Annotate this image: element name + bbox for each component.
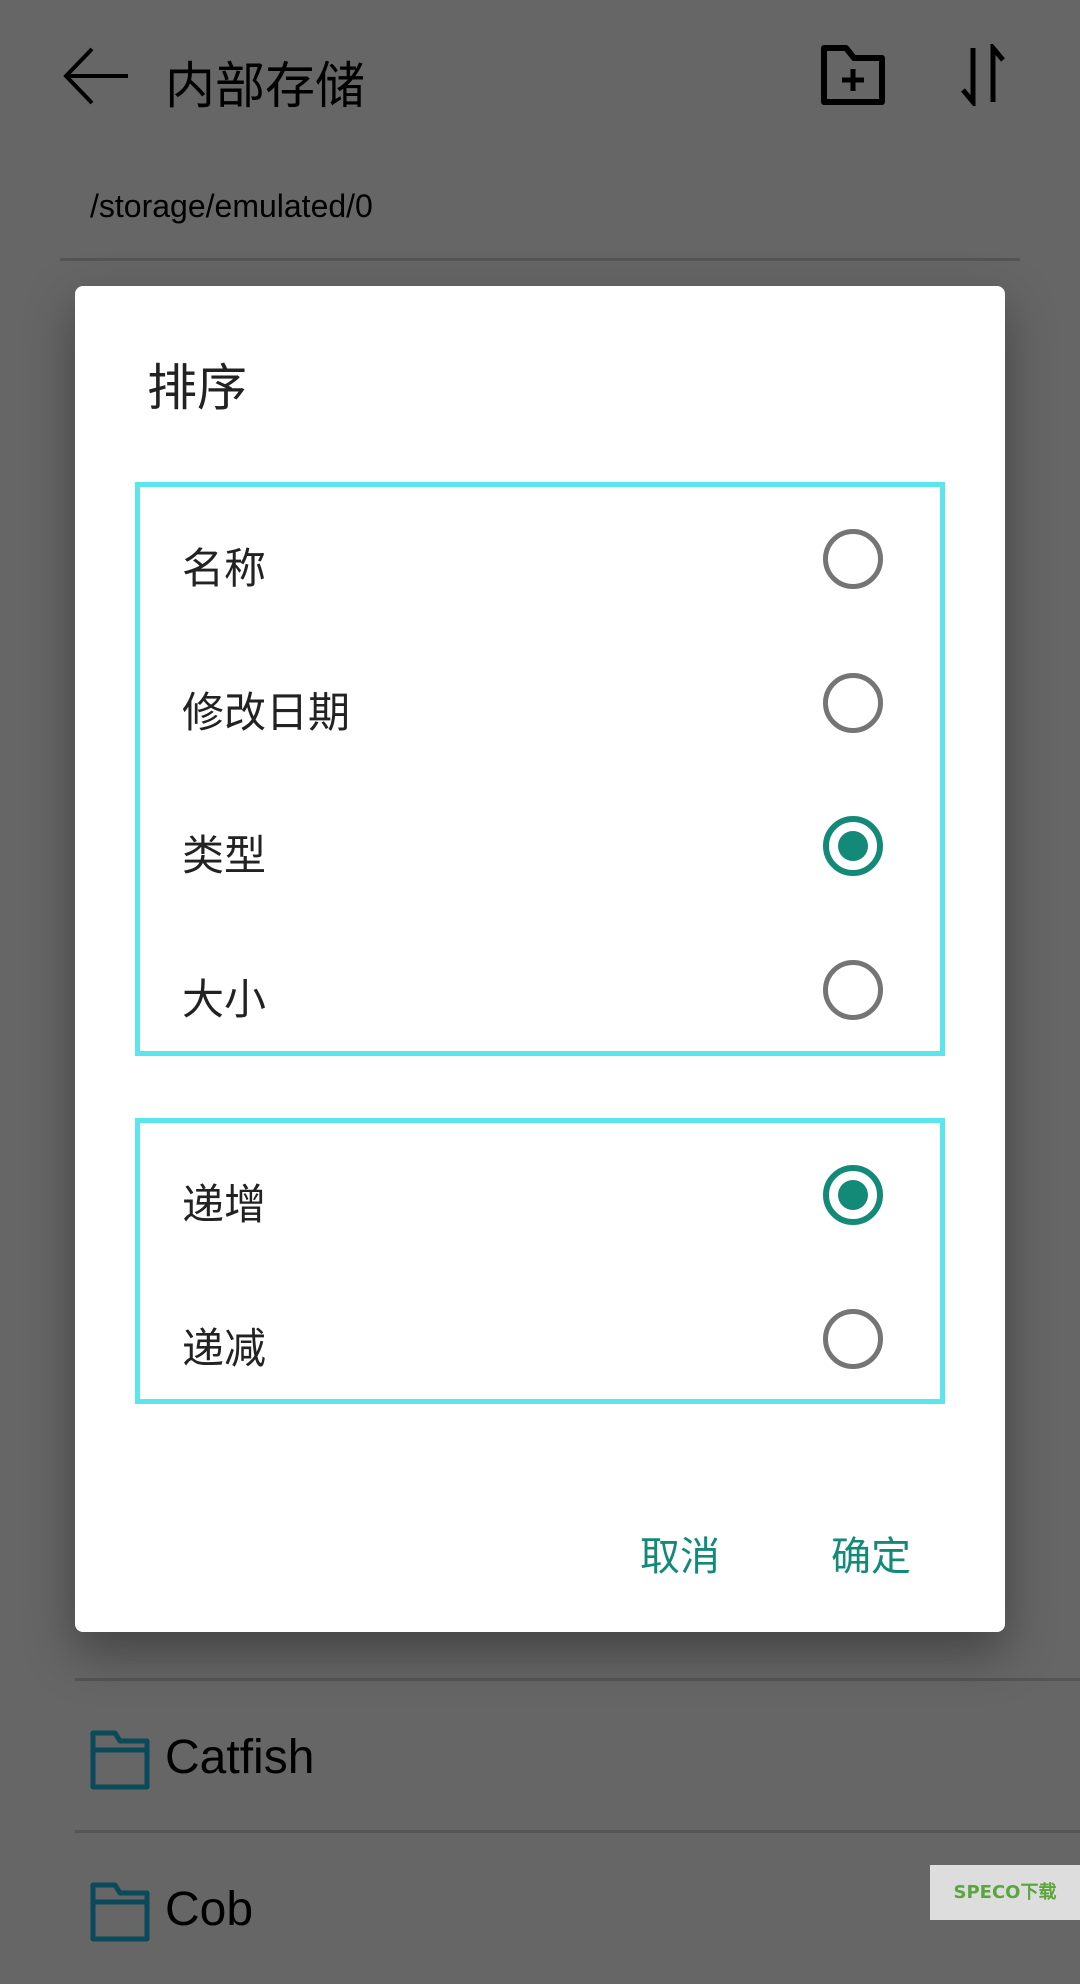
file-name: Catfish <box>165 1731 315 1784</box>
folder-plus-icon[interactable] <box>818 42 888 108</box>
divider <box>60 258 1020 261</box>
folder-icon <box>90 1882 150 1942</box>
toolbar: 内部存储 <box>0 0 1080 160</box>
option-modified-date[interactable]: 修改日期 <box>140 631 940 775</box>
option-label: 类型 <box>182 831 267 880</box>
option-size[interactable]: 大小 <box>140 918 940 1062</box>
option-label: 递增 <box>182 1180 267 1229</box>
option-type[interactable]: 类型 <box>140 774 940 918</box>
cancel-button[interactable]: 取消 <box>640 1524 720 1582</box>
order-group: 递增 递减 <box>135 1118 945 1404</box>
current-path: /storage/emulated/0 <box>90 188 373 224</box>
option-descending[interactable]: 递减 <box>140 1267 940 1411</box>
ok-button[interactable]: 确定 <box>831 1524 911 1582</box>
option-label: 名称 <box>182 544 267 593</box>
arrow-left-icon[interactable] <box>62 45 132 107</box>
list-item[interactable]: Catfish <box>75 1680 1080 1832</box>
radio-button-selected[interactable] <box>823 1165 883 1225</box>
file-name: Cob <box>165 1883 254 1936</box>
radio-button-selected[interactable] <box>823 816 883 876</box>
radio-button[interactable] <box>823 1309 883 1369</box>
watermark-logo: SPECO下载 <box>930 1865 1080 1920</box>
option-name[interactable]: 名称 <box>140 487 940 631</box>
sort-by-group: 名称 修改日期 类型 大小 <box>135 482 945 1056</box>
radio-button[interactable] <box>823 673 883 733</box>
option-ascending[interactable]: 递增 <box>140 1123 940 1267</box>
sort-icon[interactable] <box>955 44 1010 106</box>
option-label: 递减 <box>182 1324 267 1373</box>
option-label: 大小 <box>182 975 267 1024</box>
radio-button[interactable] <box>823 960 883 1020</box>
sort-dialog: 排序 名称 修改日期 类型 大小 递增 递减 取消 确定 <box>75 286 1005 1632</box>
option-label: 修改日期 <box>182 688 351 737</box>
page-title: 内部存储 <box>165 57 365 115</box>
dialog-title: 排序 <box>147 359 247 417</box>
radio-button[interactable] <box>823 529 883 589</box>
folder-icon <box>90 1730 150 1790</box>
